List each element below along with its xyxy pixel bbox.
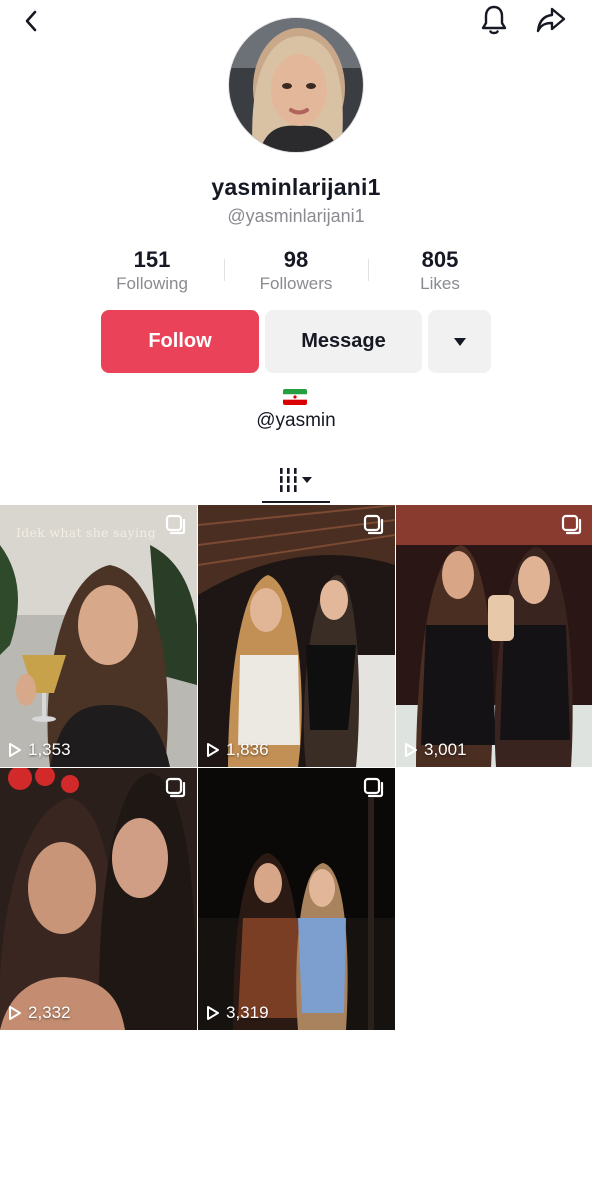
play-icon: [207, 743, 219, 757]
bell-icon: [481, 5, 507, 35]
view-count: 2,332: [8, 1003, 71, 1023]
stat-likes-count: 805: [421, 247, 459, 272]
message-button[interactable]: Message: [265, 310, 422, 373]
view-count-value: 3,001: [424, 740, 467, 759]
stat-following[interactable]: 151 Following: [80, 247, 224, 299]
play-icon: [9, 743, 21, 757]
follow-button[interactable]: Follow: [101, 310, 259, 373]
suggested-accounts-button[interactable]: [428, 310, 491, 373]
video-tile[interactable]: 2,332: [0, 768, 197, 1030]
stat-followers-label: Followers: [259, 274, 333, 293]
profile-stats: 151 Following 98 Followers 805 Likes: [80, 247, 512, 299]
play-icon: [207, 1006, 219, 1020]
stat-followers[interactable]: 98 Followers: [224, 247, 368, 299]
play-icon: [405, 743, 417, 757]
stat-likes[interactable]: 805 Likes: [368, 247, 512, 299]
caret-down-icon: [453, 337, 466, 346]
view-count-value: 1,353: [28, 740, 71, 759]
content-tabs: [0, 456, 592, 504]
view-count: 1,836: [206, 740, 269, 760]
profile-handle: @yasminlarijani1: [227, 206, 365, 226]
video-tile[interactable]: 1,836: [198, 505, 395, 767]
stat-followers-count: 98: [283, 247, 309, 272]
share-arrow-icon: [536, 7, 566, 33]
stat-likes-label: Likes: [420, 274, 460, 293]
multi-image-icon: [165, 777, 186, 798]
video-tile[interactable]: Idek what she saying 1,353: [0, 505, 197, 767]
multi-image-icon: [363, 777, 384, 798]
view-count: 3,319: [206, 1003, 269, 1023]
view-count-value: 3,319: [226, 1003, 269, 1022]
tab-videos[interactable]: [262, 456, 330, 504]
view-count: 3,001: [404, 740, 467, 760]
stat-following-count: 151: [133, 247, 171, 272]
avatar[interactable]: [228, 17, 364, 153]
play-icon: [9, 1006, 21, 1020]
video-tile[interactable]: 3,319: [198, 768, 395, 1030]
share-button[interactable]: [531, 0, 571, 40]
grid-bars-icon: [279, 468, 312, 492]
iran-flag-icon: [283, 389, 307, 405]
notifications-button[interactable]: [474, 0, 514, 40]
view-count: 1,353: [8, 740, 71, 760]
back-button[interactable]: [12, 1, 52, 41]
video-tile[interactable]: 3,001: [396, 505, 592, 767]
multi-image-icon: [561, 514, 582, 535]
profile-display-name: yasminlarijani1: [211, 174, 381, 200]
bio-mention-link[interactable]: @yasmin: [0, 410, 592, 432]
video-caption: Idek what she saying: [16, 525, 156, 540]
multi-image-icon: [165, 514, 186, 535]
view-count-value: 1,836: [226, 740, 269, 759]
view-count-value: 2,332: [28, 1003, 71, 1022]
tab-active-indicator: [262, 501, 330, 503]
chevron-left-icon: [25, 10, 37, 32]
stat-following-label: Following: [116, 274, 188, 293]
multi-image-icon: [363, 514, 384, 535]
